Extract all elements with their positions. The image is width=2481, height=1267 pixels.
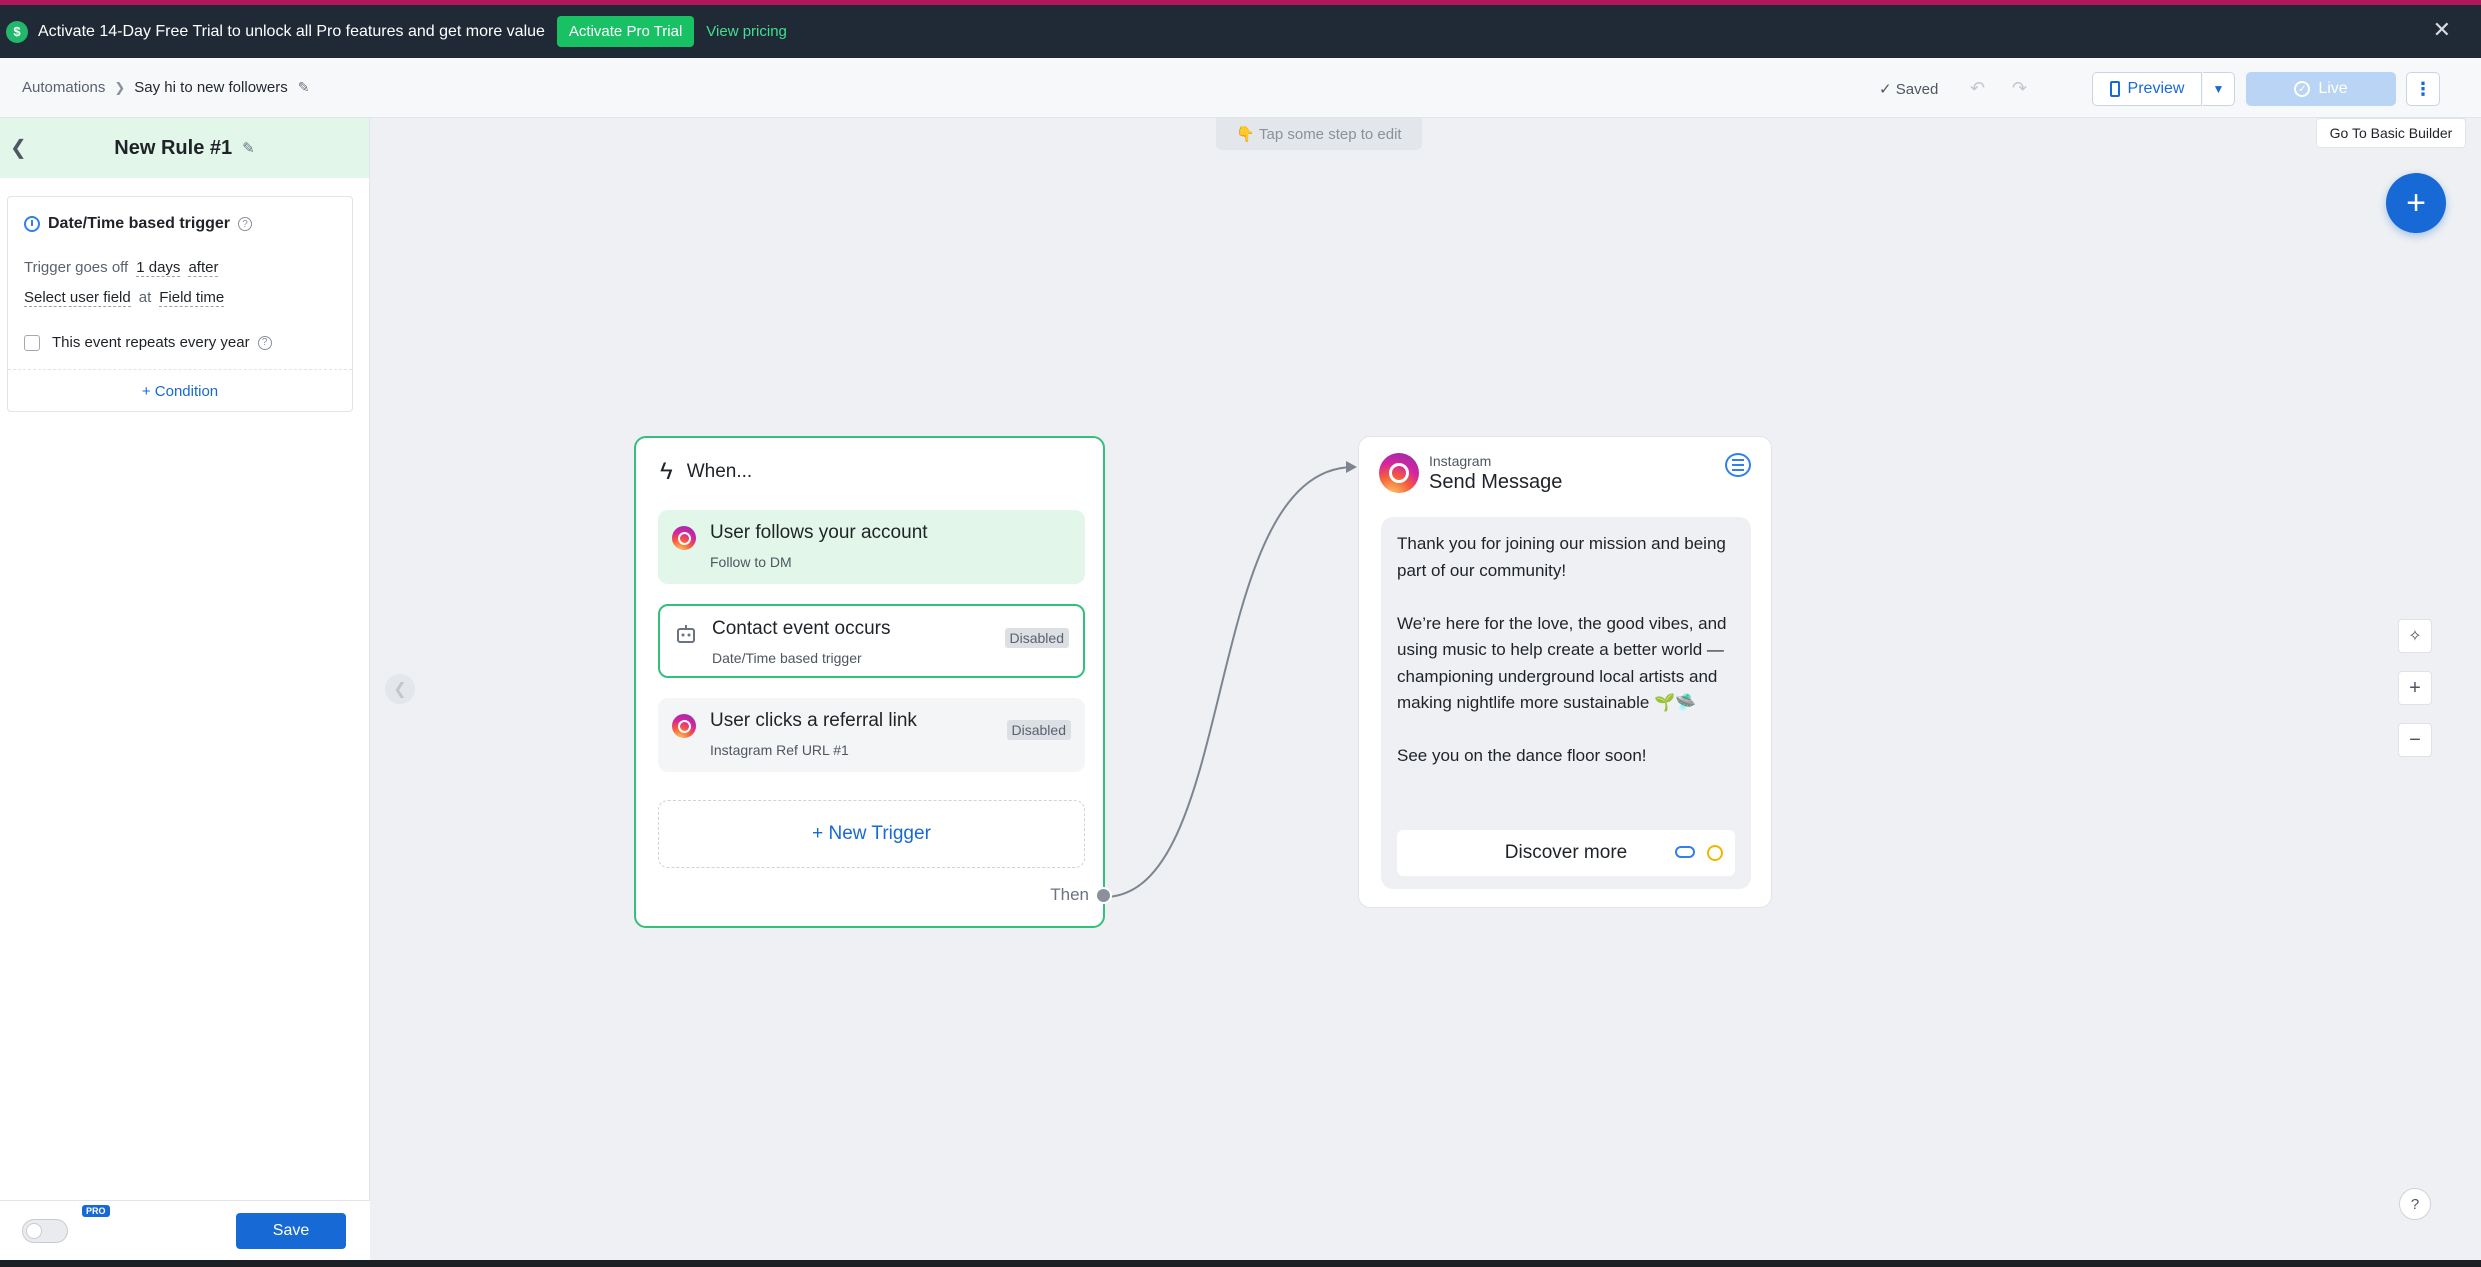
robot-icon <box>674 622 698 646</box>
add-step-button[interactable]: + <box>2386 173 2446 233</box>
dollar-icon: $ <box>6 20 28 43</box>
redo-icon[interactable]: ↷ <box>2012 78 2027 99</box>
trial-banner-text: Activate 14-Day Free Trial to unlock all… <box>38 22 545 40</box>
disabled-badge: Disabled <box>1004 628 1069 648</box>
magic-wand-icon[interactable]: ✧ <box>2398 619 2432 653</box>
then-connector-handle[interactable] <box>1095 887 1112 904</box>
close-icon[interactable]: ✕ <box>2433 17 2451 43</box>
check-circle-icon: ✓ <box>2294 81 2311 97</box>
then-label: Then <box>1050 885 1089 904</box>
instagram-icon <box>672 526 696 550</box>
view-pricing-link[interactable]: View pricing <box>706 23 787 40</box>
trigger-card-title-text: Date/Time based trigger <box>48 215 230 232</box>
message-bubble: Thank you for joining our mission and be… <box>1381 517 1751 889</box>
trigger-offset-direction[interactable]: after <box>188 259 219 277</box>
saved-status-label: Saved <box>1895 81 1939 98</box>
check-icon: ✓ <box>1879 81 1896 98</box>
pro-badge: PRO <box>82 1205 110 1217</box>
trigger-item-contact-event[interactable]: Contact event occurs Date/Time based tri… <box>658 604 1085 678</box>
repeat-yearly-label: This event repeats every year <box>52 334 250 351</box>
pencil-icon[interactable]: ✎ <box>298 79 310 96</box>
saved-status: ✓ Saved <box>1879 80 1938 98</box>
send-message-card[interactable]: Instagram Send Message Thank you for joi… <box>1358 436 1772 908</box>
toggle-knob <box>26 1223 42 1239</box>
live-button[interactable]: ✓ Live <box>2246 72 2396 106</box>
new-trigger-button[interactable]: + New Trigger <box>658 800 1085 868</box>
trigger-item-referral-link[interactable]: User clicks a referral link Instagram Re… <box>658 698 1085 772</box>
panel-footer: PRO Save <box>0 1200 370 1260</box>
trigger-title: User follows your account <box>710 522 928 543</box>
rule-header: ❮ New Rule #1 ✎ <box>0 118 369 178</box>
add-condition-button[interactable]: + Condition <box>8 383 352 400</box>
field-time-select[interactable]: Field time <box>159 289 225 307</box>
preview-label: Preview <box>2127 80 2185 97</box>
lightning-icon: ϟ <box>660 458 673 485</box>
canvas-hint: 👇 Tap some step to edit <box>1216 118 1422 150</box>
phone-icon <box>2109 81 2120 97</box>
header-bar: Automations ❯ Say hi to new followers ✎ … <box>0 58 2481 118</box>
help-icon[interactable]: ? <box>237 217 252 231</box>
trigger-subtitle: Date/Time based trigger <box>712 650 862 666</box>
collapse-panel-icon[interactable]: ❮ <box>385 674 415 704</box>
divider <box>8 369 352 370</box>
chat-bubble-icon <box>1725 453 1751 477</box>
trial-banner: $ Activate 14-Day Free Trial to unlock a… <box>0 0 2481 58</box>
clock-icon <box>24 216 40 232</box>
discover-more-label: Discover more <box>1504 842 1628 863</box>
discover-more-button[interactable]: Discover more <box>1397 830 1735 876</box>
trigger-offset-prefix: Trigger goes off <box>24 259 129 276</box>
trigger-field-row: Select user field at Field time <box>24 289 225 307</box>
zoom-out-icon[interactable]: − <box>2398 723 2432 757</box>
trigger-subtitle: Follow to DM <box>710 554 792 570</box>
pro-toggle[interactable] <box>22 1219 68 1243</box>
trigger-title: Contact event occurs <box>712 618 891 639</box>
activate-pro-trial-button[interactable]: Activate Pro Trial <box>556 16 695 47</box>
trigger-card-title: Date/Time based trigger ? <box>24 215 252 233</box>
rule-panel: ❮ New Rule #1 ✎ Date/Time based trigger … <box>0 118 370 1260</box>
rule-title: New Rule #1 <box>114 136 233 159</box>
message-text: Thank you for joining our mission and be… <box>1397 534 1727 765</box>
os-dock <box>0 1260 2481 1267</box>
trigger-subtitle: Instagram Ref URL #1 <box>710 742 849 758</box>
disabled-badge: Disabled <box>1006 720 1071 740</box>
pencil-icon[interactable]: ✎ <box>242 139 255 157</box>
chevron-right-icon: ❯ <box>114 79 126 95</box>
message-title: Send Message <box>1429 471 1563 493</box>
trigger-offset-amount[interactable]: 1 days <box>136 259 181 277</box>
when-header: ϟ When... <box>660 458 752 486</box>
breadcrumb-current: Say hi to new followers <box>134 79 288 96</box>
chevron-down-icon[interactable]: ▼ <box>2203 72 2235 106</box>
more-options-icon[interactable]: ⋮ <box>2406 72 2440 106</box>
when-title: When... <box>686 461 753 482</box>
instagram-icon <box>672 714 696 738</box>
preview-button[interactable]: Preview <box>2092 72 2202 106</box>
breadcrumb-automations[interactable]: Automations <box>22 79 105 96</box>
zoom-in-icon[interactable]: + <box>2398 671 2432 705</box>
repeat-yearly-checkbox[interactable] <box>24 334 40 351</box>
trigger-settings-card: Date/Time based trigger ? Trigger goes o… <box>7 196 353 412</box>
chevron-left-icon[interactable]: ❮ <box>10 135 27 160</box>
repeat-yearly-row: This event repeats every year ? <box>24 334 272 351</box>
live-label: Live <box>2318 80 2348 97</box>
help-icon[interactable]: ? <box>257 335 272 350</box>
message-channel: Instagram <box>1429 453 1492 469</box>
at-label: at <box>138 289 152 306</box>
help-icon[interactable]: ? <box>2399 1188 2431 1220</box>
save-button[interactable]: Save <box>236 1213 346 1249</box>
undo-icon[interactable]: ↶ <box>1970 78 1985 99</box>
when-trigger-card[interactable]: ϟ When... User follows your account Foll… <box>634 436 1112 928</box>
instagram-icon <box>1379 453 1419 493</box>
trigger-item-follow[interactable]: User follows your account Follow to DM <box>658 510 1085 584</box>
go-to-basic-builder-button[interactable]: Go To Basic Builder <box>2316 118 2466 148</box>
link-icon <box>1675 846 1695 858</box>
user-field-select[interactable]: Select user field <box>24 289 131 307</box>
status-circle-icon <box>1707 845 1723 861</box>
trigger-offset-row: Trigger goes off 1 days after <box>24 259 219 277</box>
trigger-title: User clicks a referral link <box>710 710 917 731</box>
